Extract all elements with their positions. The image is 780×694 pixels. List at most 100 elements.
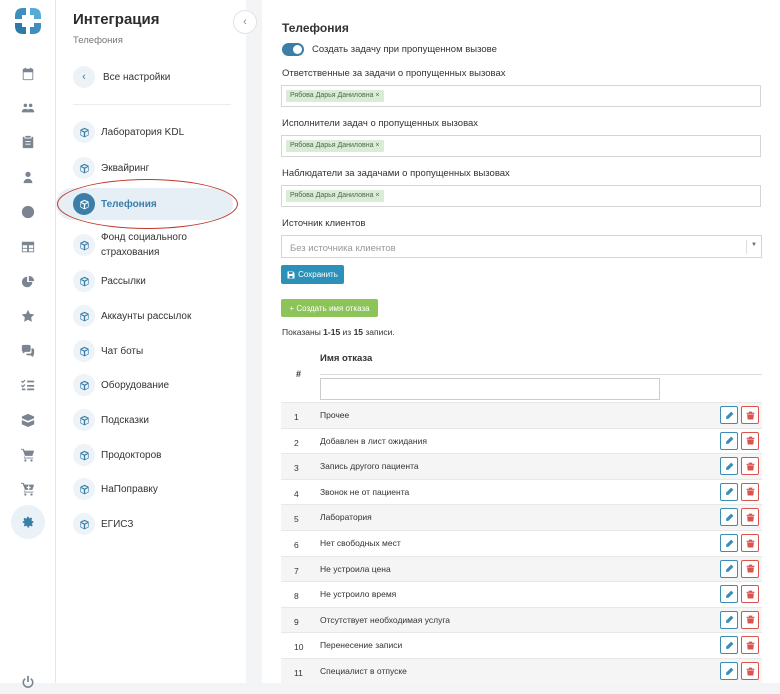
app-logo[interactable]: [11, 4, 45, 38]
cube-icon: [73, 409, 95, 431]
power-icon[interactable]: [16, 670, 40, 694]
nav-item-label: НаПоправку: [101, 483, 158, 495]
trash-icon: [746, 411, 754, 419]
executors-field[interactable]: Рябова Дарья Даниловна ×: [281, 135, 761, 157]
users-icon[interactable]: [16, 96, 40, 120]
pie-chart-icon[interactable]: [16, 270, 40, 294]
trash-icon: [746, 513, 754, 522]
collapse-panel-button[interactable]: ‹: [233, 10, 257, 34]
table-row: 7 Не устроила цена: [281, 555, 762, 582]
pencil-icon: [725, 615, 733, 624]
trash-icon: [746, 462, 754, 471]
table-icon[interactable]: [16, 235, 40, 259]
edit-button[interactable]: [720, 457, 738, 476]
delete-button[interactable]: [741, 431, 759, 450]
star-icon[interactable]: [16, 304, 40, 328]
user-tag[interactable]: Рябова Дарья Даниловна ×: [286, 190, 384, 202]
trash-icon: [746, 564, 754, 573]
summary-of: из: [340, 327, 354, 337]
edit-button[interactable]: [720, 406, 738, 424]
responsible-field[interactable]: Рябова Дарья Даниловна ×: [281, 85, 761, 107]
nav-item[interactable]: Лаборатория KDL: [73, 121, 233, 143]
cart-plus-icon[interactable]: [16, 477, 40, 501]
nav-item-label: Аккаунты рассылок: [101, 310, 192, 322]
delete-button[interactable]: [741, 406, 759, 424]
observers-field[interactable]: Рябова Дарья Даниловна ×: [281, 185, 761, 207]
edit-button[interactable]: [720, 585, 738, 604]
delete-button[interactable]: [741, 636, 759, 655]
table-row: 3 Запись другого пациента: [281, 453, 762, 480]
nav-item-label: Оборудование: [101, 379, 170, 391]
trash-icon: [746, 667, 754, 675]
cube-icon: [73, 193, 95, 215]
list-check-icon[interactable]: [16, 373, 40, 397]
nav-item[interactable]: Рассылки: [73, 270, 233, 292]
nav-item[interactable]: Оборудование: [73, 374, 233, 396]
nav-item[interactable]: Эквайринг: [73, 157, 233, 179]
trash-icon: [746, 615, 754, 624]
cube-icon: [73, 478, 95, 500]
save-button[interactable]: Сохранить: [281, 265, 344, 284]
nav-item[interactable]: Чат боты: [73, 340, 233, 362]
table-row: 1 Прочее: [281, 402, 762, 428]
row-name: Отсутствует необходимая услуга: [320, 614, 450, 625]
nav-item[interactable]: Телефония: [56, 188, 233, 220]
trash-icon: [746, 487, 754, 496]
edit-button[interactable]: [720, 636, 738, 655]
client-source-select[interactable]: Без источника клиентов ▼: [281, 235, 762, 258]
nav-item-label: Телефония: [101, 198, 157, 210]
delete-button[interactable]: [741, 559, 759, 578]
edit-button[interactable]: [720, 534, 738, 552]
row-name: Лаборатория: [320, 512, 372, 523]
delete-button[interactable]: [741, 508, 759, 527]
user-tag[interactable]: Рябова Дарья Даниловна ×: [286, 90, 384, 102]
calendar-icon[interactable]: [16, 62, 40, 86]
responsible-label: Ответственные за задачи о пропущенных вы…: [282, 68, 506, 79]
select-value: Без источника клиентов: [290, 243, 396, 254]
nav-item[interactable]: Продокторов: [73, 444, 233, 466]
main-content: Телефония Создать задачу при пропущенном…: [262, 0, 780, 684]
edit-button[interactable]: [720, 559, 738, 578]
cart-icon[interactable]: [16, 443, 40, 467]
edit-button[interactable]: [720, 431, 738, 450]
delete-button[interactable]: [741, 662, 759, 680]
delete-button[interactable]: [741, 457, 759, 476]
user-tag[interactable]: Рябова Дарья Даниловна ×: [286, 140, 384, 152]
page-title: Телефония: [282, 21, 349, 35]
user-icon[interactable]: [16, 165, 40, 189]
nav-item[interactable]: НаПоправку: [73, 478, 233, 500]
nav-item-label: Рассылки: [101, 275, 146, 287]
pencil-icon: [725, 641, 733, 649]
nav-item[interactable]: Аккаунты рассылок: [73, 305, 233, 327]
nav-item[interactable]: Подсказки: [73, 409, 233, 431]
back-to-all-settings[interactable]: ‹ Все настройки: [73, 63, 231, 91]
column-header-name[interactable]: Имя отказа: [320, 353, 372, 364]
cube-icon: [73, 270, 95, 292]
edit-button[interactable]: [720, 482, 738, 501]
nav-item[interactable]: ЕГИСЗ: [73, 513, 233, 535]
name-filter-input[interactable]: [320, 378, 660, 400]
edit-button[interactable]: [720, 662, 738, 680]
box-icon[interactable]: [16, 408, 40, 432]
edit-button[interactable]: [720, 508, 738, 527]
divider: [73, 104, 231, 105]
delete-button[interactable]: [741, 534, 759, 552]
row-name: Перенесение записи: [320, 640, 403, 651]
executors-label: Исполнители задач о пропущенных вызовах: [282, 118, 479, 129]
nav-item[interactable]: Фонд социального страхования: [73, 230, 233, 260]
gear-icon[interactable]: [11, 505, 45, 539]
clipboard-icon[interactable]: [16, 130, 40, 154]
clock-icon[interactable]: [16, 200, 40, 224]
row-name: Добавлен в лист ожидания: [320, 435, 427, 446]
row-number: 8: [294, 591, 299, 602]
icon-rail: [0, 0, 56, 688]
missed-call-task-toggle[interactable]: [282, 43, 304, 56]
chat-icon[interactable]: [16, 339, 40, 363]
pencil-icon: [725, 462, 733, 470]
delete-button[interactable]: [741, 585, 759, 604]
add-rejection-button[interactable]: + Создать имя отказа: [281, 299, 378, 317]
pencil-icon: [725, 539, 733, 547]
delete-button[interactable]: [741, 610, 759, 629]
delete-button[interactable]: [741, 482, 759, 501]
edit-button[interactable]: [720, 610, 738, 629]
